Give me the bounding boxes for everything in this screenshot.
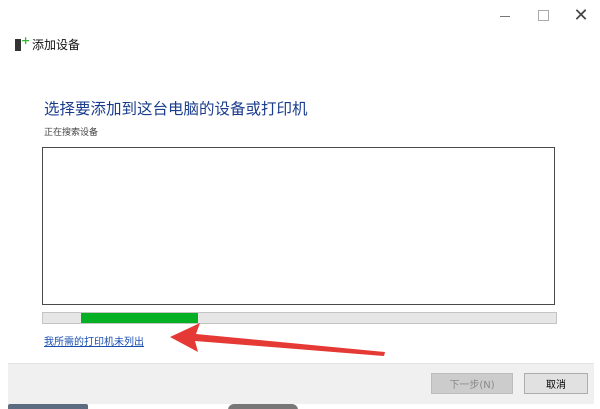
dialog-footer: 下一步(N) 取消	[8, 363, 594, 404]
window-controls: ✕	[486, 0, 600, 30]
annotation-arrow-icon	[170, 323, 385, 356]
add-device-icon: +	[15, 35, 30, 51]
background-device-image	[8, 404, 88, 409]
close-icon: ✕	[573, 4, 589, 26]
background-desktop-strip	[0, 403, 600, 409]
printer-not-listed-link[interactable]: 我所需的打印机未列出	[44, 333, 144, 348]
device-list[interactable]	[42, 147, 555, 305]
page-heading: 选择要添加到这台电脑的设备或打印机	[44, 100, 308, 118]
window-title-bar: + 添加设备	[15, 35, 81, 52]
next-button[interactable]: 下一步(N)	[431, 373, 513, 394]
window-title: 添加设备	[32, 37, 81, 52]
maximize-button[interactable]	[524, 0, 562, 30]
minimize-icon	[500, 15, 510, 17]
minimize-button[interactable]	[486, 0, 524, 30]
maximize-icon	[537, 9, 549, 21]
background-printer-image	[228, 404, 298, 409]
cancel-button[interactable]: 取消	[524, 373, 588, 394]
search-status: 正在搜索设备	[44, 128, 99, 138]
close-button[interactable]: ✕	[562, 0, 600, 30]
